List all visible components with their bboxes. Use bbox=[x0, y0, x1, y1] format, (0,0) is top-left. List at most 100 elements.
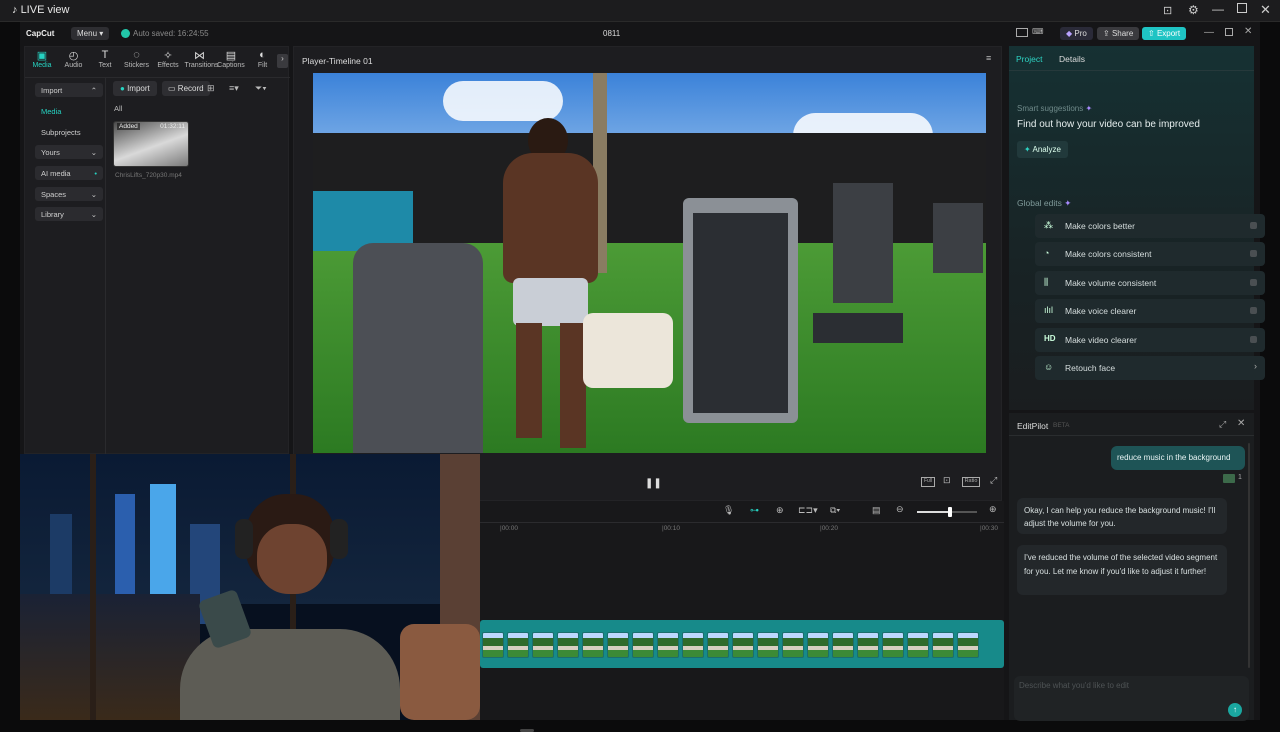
toggle-checkbox[interactable] bbox=[1250, 222, 1257, 229]
caption-icon[interactable]: ▤ bbox=[872, 505, 881, 516]
sidebar-item-spaces[interactable]: Spaces ⌄ bbox=[35, 187, 103, 201]
toggle-checkbox[interactable] bbox=[1250, 336, 1257, 343]
tool-tabs: ▣ Media ◴ Audio T Text ◌ Stickers ✧ Effects ⋈ Trans… bbox=[27, 49, 283, 73]
sidebar-item-ai-media[interactable]: AI media • bbox=[35, 166, 103, 180]
tool-tab-text[interactable]: T Text bbox=[90, 49, 120, 73]
export-button[interactable]: ⇧ Export bbox=[1142, 27, 1187, 40]
close-icon[interactable]: ✕ bbox=[1260, 2, 1271, 18]
keyboard-icon[interactable]: ⌨ bbox=[1032, 27, 1044, 36]
import-button[interactable]: ● Import bbox=[113, 81, 157, 96]
sidebar-item-media[interactable]: Media bbox=[35, 104, 103, 118]
app-minimize-icon[interactable]: — bbox=[1204, 27, 1214, 38]
pro-button[interactable]: ◆ Pro bbox=[1060, 27, 1093, 40]
media-icon: ▣ bbox=[36, 50, 48, 62]
sidebar-item-library[interactable]: Library ⌄ bbox=[35, 207, 103, 221]
zoom-out-icon[interactable]: ⊖ bbox=[896, 504, 904, 515]
prompt-input-box[interactable]: Describe what you'd like to edit ↑ bbox=[1014, 676, 1249, 721]
sidebar-item-label: Subprojects bbox=[41, 128, 81, 137]
analyze-button[interactable]: ✦ Analyze bbox=[1017, 141, 1068, 158]
toggle-checkbox[interactable] bbox=[1250, 279, 1257, 286]
layout-icon[interactable] bbox=[1016, 28, 1028, 37]
clip-frame-thumbnail bbox=[532, 632, 554, 658]
share-label: Share bbox=[1111, 29, 1134, 38]
tool-tab-stickers[interactable]: ◌ Stickers bbox=[122, 49, 152, 73]
city-lights bbox=[20, 594, 200, 720]
pro-label: Pro bbox=[1074, 29, 1087, 38]
zoom-slider-handle[interactable] bbox=[948, 507, 952, 517]
tab-project[interactable]: Project bbox=[1016, 54, 1042, 64]
tool-tab-transitions[interactable]: ⋈ Transitions bbox=[185, 49, 219, 73]
video-track-clip[interactable] bbox=[480, 620, 1004, 668]
tab-details[interactable]: Details bbox=[1059, 54, 1085, 64]
record-button[interactable]: ▭ Record bbox=[162, 81, 210, 96]
minimize-icon[interactable]: — bbox=[1212, 2, 1224, 16]
audio-icon: ◴ bbox=[68, 50, 79, 62]
lock-icon[interactable]: ⊡ bbox=[1163, 4, 1172, 17]
attachment-thumbnail[interactable] bbox=[1223, 474, 1235, 483]
share-button[interactable]: ⇪ Share bbox=[1097, 27, 1140, 40]
filter-icon[interactable]: ⏷▾ bbox=[255, 83, 267, 94]
app-restore-icon[interactable] bbox=[1225, 28, 1233, 36]
maximize-icon[interactable] bbox=[1237, 3, 1247, 13]
diamond-icon: ◆ bbox=[1066, 29, 1073, 38]
tool-tab-media[interactable]: ▣ Media bbox=[27, 49, 57, 73]
share-icon: ⇪ bbox=[1103, 29, 1110, 38]
sidebar-item-import[interactable]: Import ⌃ bbox=[35, 83, 103, 97]
toggle-checkbox[interactable] bbox=[1250, 250, 1257, 257]
sidebar-item-yours[interactable]: Yours ⌄ bbox=[35, 145, 103, 159]
zoom-in-icon[interactable]: ⊕ bbox=[989, 504, 997, 515]
global-edit-label: Make video clearer bbox=[1065, 335, 1137, 345]
tool-tab-audio[interactable]: ◴ Audio bbox=[59, 49, 89, 73]
palette-icon: ◔ bbox=[1044, 248, 1050, 258]
timeline-tick: |00:20 bbox=[820, 525, 838, 532]
split-icon[interactable]: ⊏⊐▾ bbox=[798, 505, 818, 516]
clip-frame-thumbnail bbox=[732, 632, 754, 658]
tabs-scroll-right-icon[interactable]: › bbox=[277, 54, 288, 68]
user-message-bubble: reduce music in the background bbox=[1111, 446, 1245, 470]
snap-icon[interactable]: ⊕ bbox=[776, 505, 784, 516]
waveform-icon: ılıl bbox=[1044, 305, 1053, 315]
prompt-input-placeholder[interactable]: Describe what you'd like to edit bbox=[1019, 681, 1129, 690]
menu-button[interactable]: Menu ▾ bbox=[71, 27, 110, 40]
divider bbox=[25, 77, 290, 78]
tool-tab-filt[interactable]: ◐ Filt bbox=[248, 49, 278, 73]
ratio-button[interactable]: Ratio bbox=[962, 477, 980, 487]
expand-icon[interactable]: ⤢ bbox=[1219, 419, 1226, 430]
link-icon[interactable]: ⊶ bbox=[750, 505, 759, 516]
filter-all-label[interactable]: All bbox=[114, 104, 122, 113]
chat-scrollbar[interactable] bbox=[1248, 443, 1250, 668]
send-button[interactable]: ↑ bbox=[1228, 703, 1242, 717]
crop-icon[interactable]: ⊡ bbox=[943, 475, 951, 486]
media-clip-thumbnail[interactable]: Added 01:32:11 bbox=[113, 121, 189, 167]
microphone-icon[interactable]: 🎙 bbox=[723, 505, 734, 516]
toggle-checkbox[interactable] bbox=[1250, 307, 1257, 314]
global-edit-volume-consistent[interactable]: ⫼ Make volume consistent bbox=[1035, 271, 1265, 295]
close-icon[interactable]: ✕ bbox=[1237, 418, 1245, 429]
expand-icon[interactable]: ⤢ bbox=[990, 475, 997, 486]
sidebar-item-subprojects[interactable]: Subprojects bbox=[35, 125, 103, 139]
sort-icon[interactable]: ≡▾ bbox=[229, 83, 239, 94]
zoom-slider[interactable] bbox=[917, 507, 977, 517]
pause-icon[interactable]: ❚❚ bbox=[645, 478, 662, 489]
app-close-icon[interactable]: ✕ bbox=[1244, 26, 1252, 37]
project-name[interactable]: 0811 bbox=[603, 29, 620, 38]
video-preview[interactable] bbox=[313, 73, 986, 453]
preview-axis-icon[interactable]: ⧉▾ bbox=[830, 505, 840, 516]
global-edit-voice-clearer[interactable]: ılıl Make voice clearer bbox=[1035, 299, 1265, 323]
timeline-tick: |00:00 bbox=[500, 525, 518, 532]
global-edit-video-clearer[interactable]: HD Make video clearer bbox=[1035, 328, 1265, 352]
settings-icon[interactable]: ⚙ bbox=[1188, 3, 1199, 17]
player-menu-icon[interactable]: ≡ bbox=[986, 53, 991, 63]
timeline-tick: |00:10 bbox=[662, 525, 680, 532]
tool-tab-captions[interactable]: ▤ Captions bbox=[216, 49, 246, 73]
global-edit-label: Make volume consistent bbox=[1065, 278, 1157, 288]
global-edit-retouch-face[interactable]: ☺ Retouch face › bbox=[1035, 356, 1265, 380]
tool-tab-effects[interactable]: ✧ Effects bbox=[153, 49, 183, 73]
global-edit-colors-better[interactable]: ⁂ Make colors better bbox=[1035, 214, 1265, 238]
global-edit-colors-consistent[interactable]: ◔ Make colors consistent bbox=[1035, 242, 1265, 266]
import-label: Import bbox=[127, 84, 150, 93]
export-label: Export bbox=[1156, 29, 1181, 38]
sidebar-item-label: AI media bbox=[41, 169, 71, 178]
fullscreen-quality-icon[interactable]: Full bbox=[921, 477, 935, 487]
grid-view-icon[interactable]: ⊞ bbox=[207, 83, 215, 94]
